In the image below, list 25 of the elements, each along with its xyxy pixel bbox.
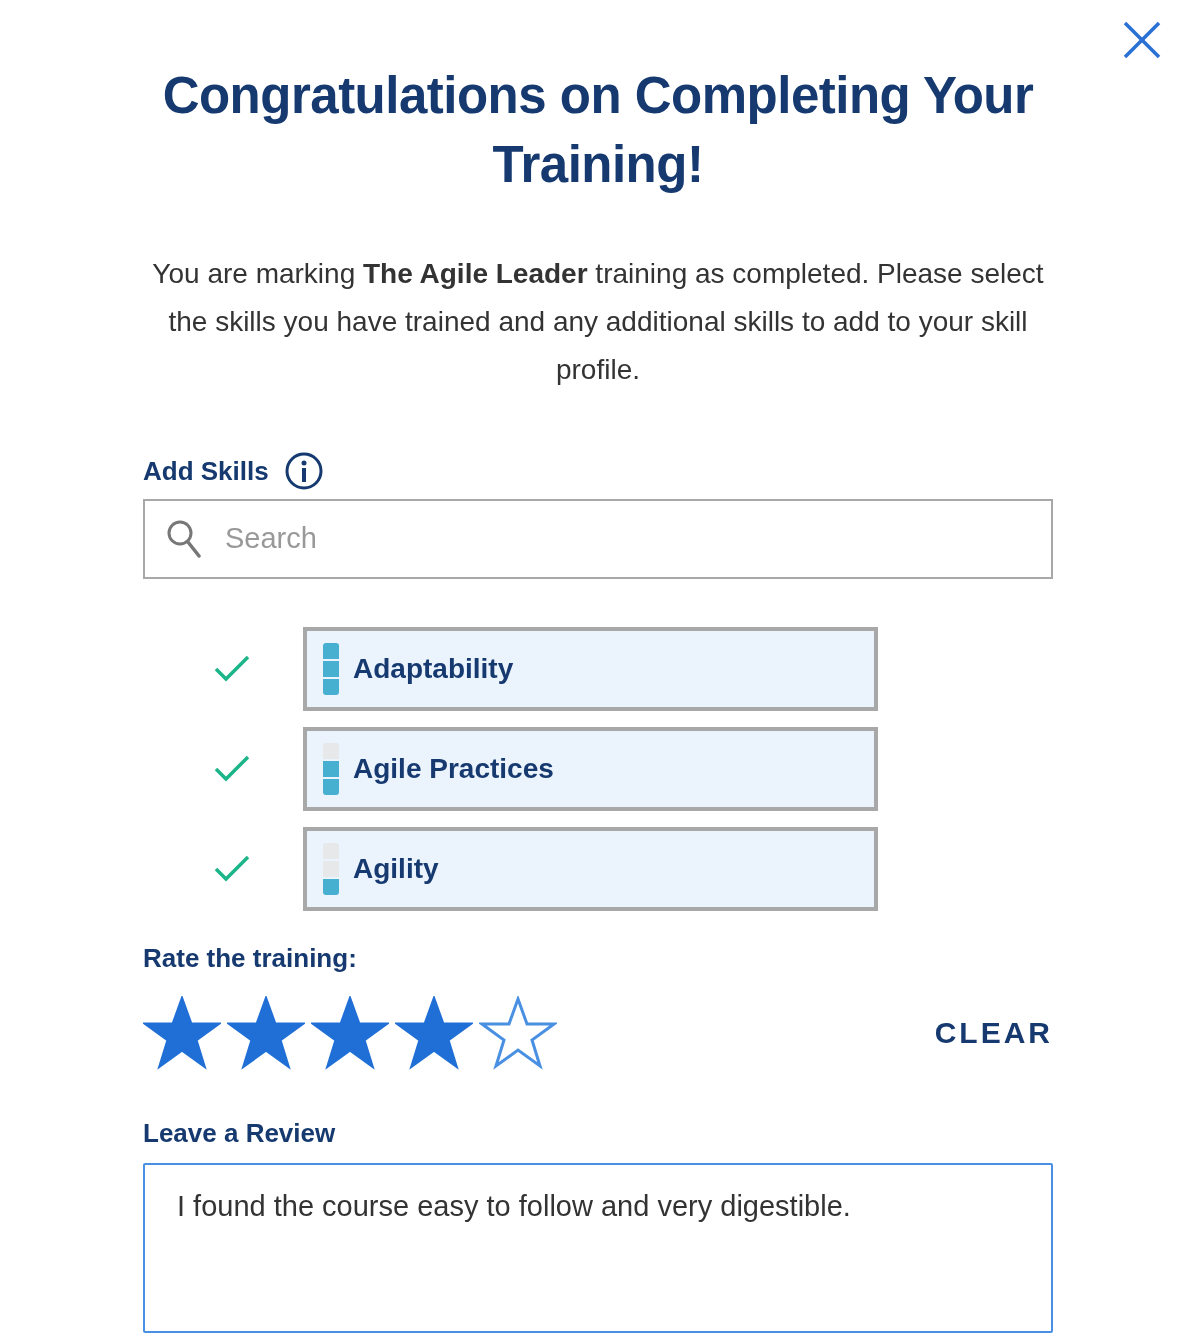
rating-label: Rate the training: — [143, 941, 358, 975]
checkmark-icon[interactable] — [213, 853, 251, 884]
star-icon[interactable] — [227, 995, 305, 1070]
review-label: Leave a Review — [143, 1116, 337, 1150]
skill-name: Adaptability — [353, 651, 514, 686]
star-icon[interactable] — [143, 995, 221, 1070]
clear-button[interactable]: CLEAR — [934, 1010, 1053, 1056]
dialog-title: Congratulations on Completing Your Training! — [161, 66, 1035, 195]
search-field[interactable]: Search — [143, 498, 1053, 579]
skill-name: Agile Practices — [353, 751, 554, 786]
intro-text: You are marking The Agile Leader training as completed. Please select the skills you have trained and any additional skills to add to your skill profile. — [151, 256, 1045, 387]
checkmark-icon[interactable] — [213, 653, 251, 684]
close-button[interactable] — [1122, 20, 1162, 60]
star-icon[interactable] — [311, 995, 389, 1070]
skill-chip[interactable]: Agile Practices — [303, 726, 878, 811]
skill-chip[interactable]: Adaptability — [303, 626, 878, 711]
checkmark-icon[interactable] — [213, 753, 251, 784]
info-icon[interactable] — [284, 452, 323, 491]
star-icon[interactable] — [395, 995, 473, 1070]
add-skills-label: Add Skills — [143, 454, 269, 488]
star-icon[interactable] — [479, 995, 557, 1070]
skill-name: Agility — [353, 851, 439, 886]
skill-chip[interactable]: Agility — [303, 826, 878, 911]
search-icon — [167, 519, 201, 558]
review-field[interactable]: I found the course easy to follow and very digestible. — [143, 1162, 1053, 1333]
